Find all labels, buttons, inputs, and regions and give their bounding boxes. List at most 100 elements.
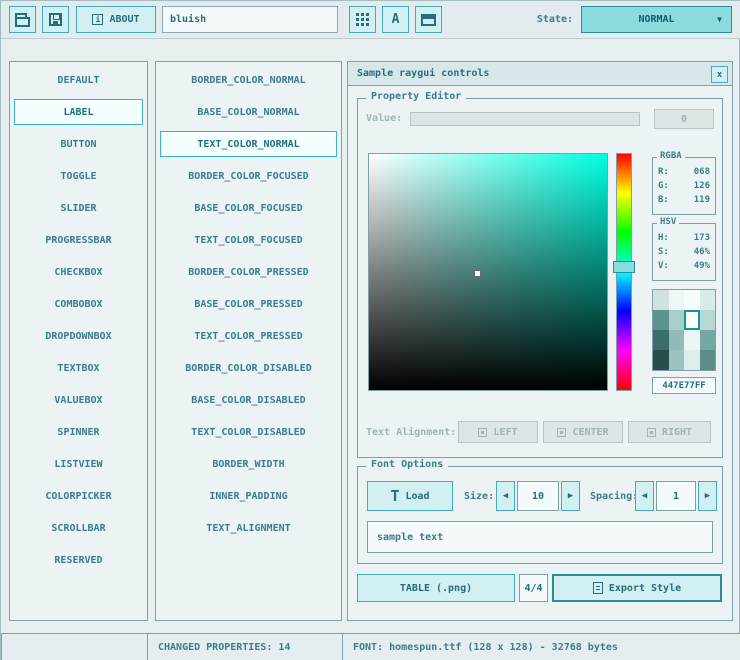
style-table-button[interactable] xyxy=(349,6,376,33)
hue-handle[interactable] xyxy=(613,261,635,273)
control-item-button[interactable]: BUTTON xyxy=(14,131,143,157)
color-swatch[interactable] xyxy=(669,290,685,310)
saturation-value-panel[interactable] xyxy=(368,153,608,391)
close-button[interactable]: x xyxy=(711,66,728,83)
color-swatch[interactable] xyxy=(653,290,669,310)
window-mode-button[interactable] xyxy=(415,6,442,33)
window-icon xyxy=(421,14,436,26)
control-item-toggle[interactable]: TOGGLE xyxy=(14,163,143,189)
control-item-progressbar[interactable]: PROGRESSBAR xyxy=(14,227,143,253)
property-item[interactable]: BASE_COLOR_PRESSED xyxy=(160,291,337,317)
load-label: Load xyxy=(405,491,429,502)
property-item[interactable]: BORDER_COLOR_FOCUSED xyxy=(160,163,337,189)
spacing-increase-button[interactable]: ▶ xyxy=(698,481,717,511)
align-left-button[interactable]: LEFT xyxy=(458,421,538,443)
r-label: R: xyxy=(658,165,669,179)
font-options-group: Font Options T Load Size: ◀ 10 ▶ Spacing… xyxy=(357,466,723,564)
align-right-button[interactable]: RIGHT xyxy=(628,421,711,443)
property-item[interactable]: INNER_PADDING xyxy=(160,483,337,509)
control-item-colorpicker[interactable]: COLORPICKER xyxy=(14,483,143,509)
save-style-button[interactable] xyxy=(42,6,69,33)
save-icon xyxy=(49,13,62,26)
hex-value-box[interactable]: 447E77FF xyxy=(652,377,716,394)
color-swatch[interactable] xyxy=(653,310,669,330)
spacing-decrease-button[interactable]: ◀ xyxy=(635,481,654,511)
property-item[interactable]: BASE_COLOR_FOCUSED xyxy=(160,195,337,221)
h-value: 173 xyxy=(694,231,710,245)
control-item-checkbox[interactable]: CHECKBOX xyxy=(14,259,143,285)
size-increase-button[interactable]: ▶ xyxy=(561,481,580,511)
hsv-h-row: H: 173 xyxy=(653,231,715,245)
s-label: S: xyxy=(658,245,669,259)
property-item[interactable]: BORDER_COLOR_DISABLED xyxy=(160,355,337,381)
color-swatch[interactable] xyxy=(684,330,700,350)
control-item-listview[interactable]: LISTVIEW xyxy=(14,451,143,477)
color-cursor[interactable] xyxy=(474,270,481,277)
property-item[interactable]: TEXT_COLOR_FOCUSED xyxy=(160,227,337,253)
color-swatch-selected[interactable] xyxy=(684,310,700,330)
control-item-valuebox[interactable]: VALUEBOX xyxy=(14,387,143,413)
color-swatch[interactable] xyxy=(700,310,716,330)
font-button[interactable]: A xyxy=(382,6,409,33)
control-item-textbox[interactable]: TEXTBOX xyxy=(14,355,143,381)
control-item-label[interactable]: LABEL xyxy=(14,99,143,125)
align-center-icon xyxy=(557,428,566,437)
property-editor-group: Property Editor Value: 0 RGBA R: 068 G: … xyxy=(357,98,723,458)
property-item[interactable]: BASE_COLOR_NORMAL xyxy=(160,99,337,125)
control-item-slider[interactable]: SLIDER xyxy=(14,195,143,221)
chevron-left-icon: ◀ xyxy=(503,491,508,501)
size-decrease-button[interactable]: ◀ xyxy=(496,481,515,511)
color-swatch[interactable] xyxy=(669,310,685,330)
align-left-icon xyxy=(478,428,487,437)
control-item-dropdownbox[interactable]: DROPDOWNBOX xyxy=(14,323,143,349)
color-swatch[interactable] xyxy=(700,350,716,370)
window-titlebar[interactable]: Sample raygui controls xyxy=(348,62,732,86)
chevron-right-icon: ▶ xyxy=(705,491,710,501)
align-center-label: CENTER xyxy=(572,427,608,438)
export-count-box[interactable]: 4/4 xyxy=(519,574,548,602)
color-swatch[interactable] xyxy=(653,330,669,350)
property-item[interactable]: TEXT_COLOR_DISABLED xyxy=(160,419,337,445)
state-dropdown[interactable]: NORMAL ▼ xyxy=(581,6,732,33)
spacing-label: Spacing: xyxy=(590,481,638,511)
property-item[interactable]: TEXT_ALIGNMENT xyxy=(160,515,337,541)
value-numbox[interactable]: 0 xyxy=(654,109,714,129)
info-icon: i xyxy=(92,14,103,25)
export-style-label: Export Style xyxy=(609,583,681,594)
property-item-selected[interactable]: TEXT_COLOR_NORMAL xyxy=(160,131,337,157)
property-item[interactable]: BORDER_COLOR_NORMAL xyxy=(160,67,337,93)
property-item[interactable]: TEXT_COLOR_PRESSED xyxy=(160,323,337,349)
size-value-box[interactable]: 10 xyxy=(517,481,559,511)
align-center-button[interactable]: CENTER xyxy=(543,421,623,443)
control-item-reserved[interactable]: RESERVED xyxy=(14,547,143,573)
color-swatch[interactable] xyxy=(684,290,700,310)
g-label: G: xyxy=(658,179,669,193)
color-swatch[interactable] xyxy=(700,330,716,350)
color-swatch[interactable] xyxy=(669,330,685,350)
export-format-dropdown[interactable]: TABLE (.png) xyxy=(357,574,515,602)
color-swatch[interactable] xyxy=(653,350,669,370)
controls-list: DEFAULT LABEL BUTTON TOGGLE SLIDER PROGR… xyxy=(9,61,148,621)
font-load-button[interactable]: T Load xyxy=(367,481,453,511)
property-item[interactable]: BORDER_WIDTH xyxy=(160,451,337,477)
sample-text-box[interactable]: sample text xyxy=(367,521,713,553)
control-item-default[interactable]: DEFAULT xyxy=(14,67,143,93)
control-item-combobox[interactable]: COMBOBOX xyxy=(14,291,143,317)
rguistyler-app: { "toolbar": { "about_label": "ABOUT", "… xyxy=(0,0,740,660)
style-name-input[interactable] xyxy=(162,6,338,33)
hue-bar[interactable] xyxy=(616,153,632,391)
color-swatch[interactable] xyxy=(700,290,716,310)
open-style-button[interactable] xyxy=(9,6,36,33)
color-swatch[interactable] xyxy=(684,350,700,370)
export-style-button[interactable]: Export Style xyxy=(552,574,722,602)
property-item[interactable]: BASE_COLOR_DISABLED xyxy=(160,387,337,413)
property-item[interactable]: BORDER_COLOR_PRESSED xyxy=(160,259,337,285)
color-swatch[interactable] xyxy=(669,350,685,370)
about-button[interactable]: i ABOUT xyxy=(76,6,156,33)
control-item-scrollbar[interactable]: SCROLLBAR xyxy=(14,515,143,541)
value-slider[interactable] xyxy=(410,112,640,126)
statusbar-changed-properties: CHANGED PROPERTIES: 14 xyxy=(147,633,343,660)
b-label: B: xyxy=(658,193,669,207)
spacing-value-box[interactable]: 1 xyxy=(656,481,696,511)
control-item-spinner[interactable]: SPINNER xyxy=(14,419,143,445)
